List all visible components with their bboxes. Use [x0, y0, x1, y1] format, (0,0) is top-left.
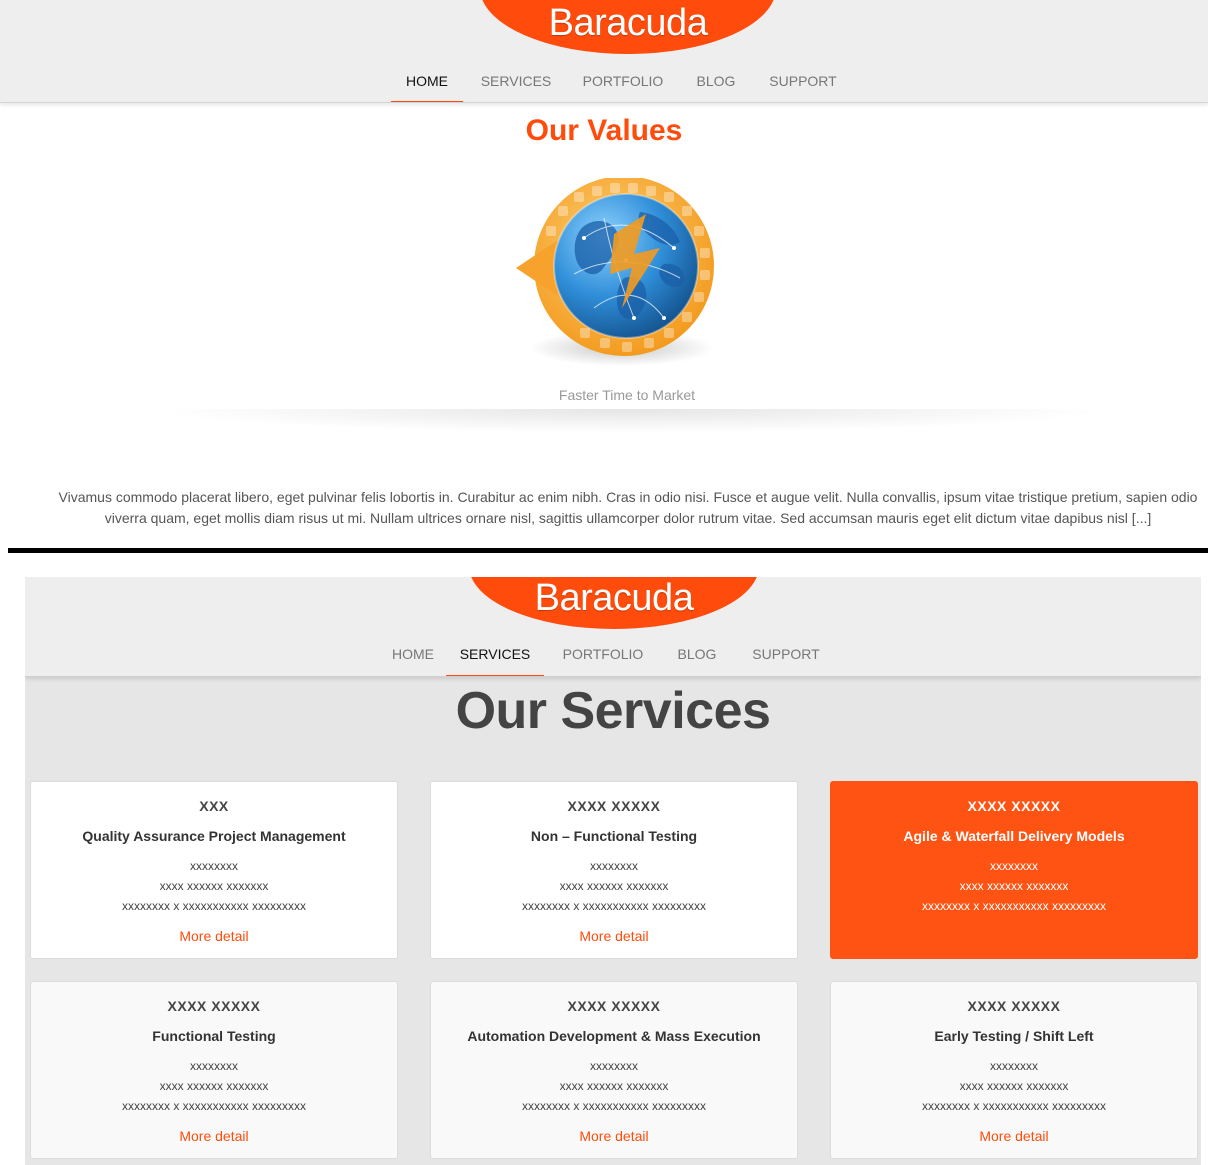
logo-text: Baracuda	[534, 577, 694, 619]
logo-text: Baracuda	[548, 2, 708, 44]
card-line: xxxxxxxx	[990, 1059, 1038, 1073]
card-line: xxxxxxxx	[590, 859, 638, 873]
image-caption: Faster Time to Market	[558, 387, 696, 403]
site-header: Baracuda HOME SERVICES PORTFOLIO BLOG SU…	[0, 0, 1208, 103]
card-subtitle: Agile & Waterfall Delivery Models	[903, 828, 1125, 844]
card-line: xxxxxxxx	[590, 1059, 638, 1073]
nav-services[interactable]: SERVICES	[463, 62, 569, 102]
nav-home[interactable]: HOME	[391, 62, 463, 102]
service-card: XXXX XXXXX Automation Development & Mass…	[430, 981, 798, 1159]
card-line: xxxxxxxx x xxxxxxxxxxx xxxxxxxxx	[121, 1099, 306, 1113]
nav-services[interactable]: SERVICES	[446, 634, 544, 676]
card-title: XXXX XXXXX	[567, 798, 661, 814]
card-line: xxxxxxxx	[990, 859, 1038, 873]
card-title: XXXX XXXXX	[567, 998, 661, 1014]
card-title: XXXX XXXXX	[167, 998, 261, 1014]
divider	[150, 409, 1110, 433]
card-title: XXXX XXXXX	[967, 998, 1061, 1014]
card-line: xxxx xxxxxx xxxxxxx	[159, 879, 269, 893]
values-paragraph: Vivamus commodo placerat libero, eget pu…	[58, 489, 1198, 526]
service-card: XXXX XXXXX Early Testing / Shift Left xx…	[830, 981, 1198, 1159]
service-card: XXXX XXXXX Functional Testing xxxxxxxx x…	[30, 981, 398, 1159]
card-line: xxxxxxxx	[190, 1059, 238, 1073]
nav-blog[interactable]: BLOG	[677, 62, 755, 102]
nav-support[interactable]: SUPPORT	[732, 634, 840, 676]
nav-portfolio[interactable]: PORTFOLIO	[569, 62, 677, 102]
card-line: xxxx xxxxxx xxxxxxx	[159, 1079, 269, 1093]
more-detail-link[interactable]: More detail	[831, 1128, 1197, 1144]
more-detail-link[interactable]: More detail	[31, 928, 397, 944]
values-screenshot: Baracuda HOME SERVICES PORTFOLIO BLOG SU…	[0, 0, 1208, 548]
card-line: xxxxxxxx	[190, 859, 238, 873]
more-detail-link[interactable]: More detail	[431, 928, 797, 944]
card-line: xxxxxxxx x xxxxxxxxxxx xxxxxxxxx	[121, 899, 306, 913]
card-line: xxxx xxxxxx xxxxxxx	[959, 879, 1069, 893]
nav-blog[interactable]: BLOG	[662, 634, 732, 676]
main-nav: HOME SERVICES PORTFOLIO BLOG SUPPORT	[391, 62, 851, 102]
card-line: xxxxxxxx x xxxxxxxxxxx xxxxxxxxx	[521, 899, 706, 913]
site-header: Baracuda HOME SERVICES PORTFOLIO BLOG SU…	[25, 577, 1201, 677]
nav-home[interactable]: HOME	[380, 634, 446, 676]
card-line: xxxx xxxxxx xxxxxxx	[559, 1079, 669, 1093]
card-title: XXX	[199, 798, 229, 814]
page-title: Our Values	[525, 114, 683, 147]
card-line: xxxxxxxx x xxxxxxxxxxx xxxxxxxxx	[521, 1099, 706, 1113]
service-card-active[interactable]: XXXX XXXXX Agile & Waterfall Delivery Mo…	[830, 781, 1198, 959]
card-line: xxxx xxxxxx xxxxxxx	[559, 879, 669, 893]
card-title: XXXX XXXXX	[967, 798, 1061, 814]
nav-support[interactable]: SUPPORT	[755, 62, 851, 102]
card-subtitle: Non – Functional Testing	[530, 828, 698, 844]
service-card: XXXX XXXXX Non – Functional Testing xxxx…	[430, 781, 798, 959]
card-line: xxxxxxxx x xxxxxxxxxxx xxxxxxxxx	[921, 1099, 1106, 1113]
logo[interactable]: Baracuda	[469, 577, 759, 629]
service-card: XXX Quality Assurance Project Management…	[30, 781, 398, 959]
more-detail-link[interactable]: More detail	[431, 1128, 797, 1144]
separator-line	[8, 548, 1208, 553]
logo[interactable]: Baracuda	[480, 0, 776, 54]
card-line: xxxx xxxxxx xxxxxxx	[959, 1079, 1069, 1093]
globe-image	[516, 178, 714, 366]
services-screenshot: Baracuda HOME SERVICES PORTFOLIO BLOG SU…	[25, 577, 1201, 1165]
card-line: xxxxxxxx x xxxxxxxxxxx xxxxxxxxx	[921, 899, 1106, 913]
page-title: Our Services	[455, 682, 771, 740]
card-subtitle: Quality Assurance Project Management	[82, 828, 346, 844]
card-subtitle: Early Testing / Shift Left	[934, 1028, 1094, 1044]
card-subtitle: Automation Development & Mass Execution	[467, 1028, 761, 1044]
main-nav: HOME SERVICES PORTFOLIO BLOG SUPPORT	[380, 634, 840, 676]
more-detail-link[interactable]: More detail	[31, 1128, 397, 1144]
card-subtitle: Functional Testing	[152, 1028, 276, 1044]
nav-portfolio[interactable]: PORTFOLIO	[544, 634, 662, 676]
